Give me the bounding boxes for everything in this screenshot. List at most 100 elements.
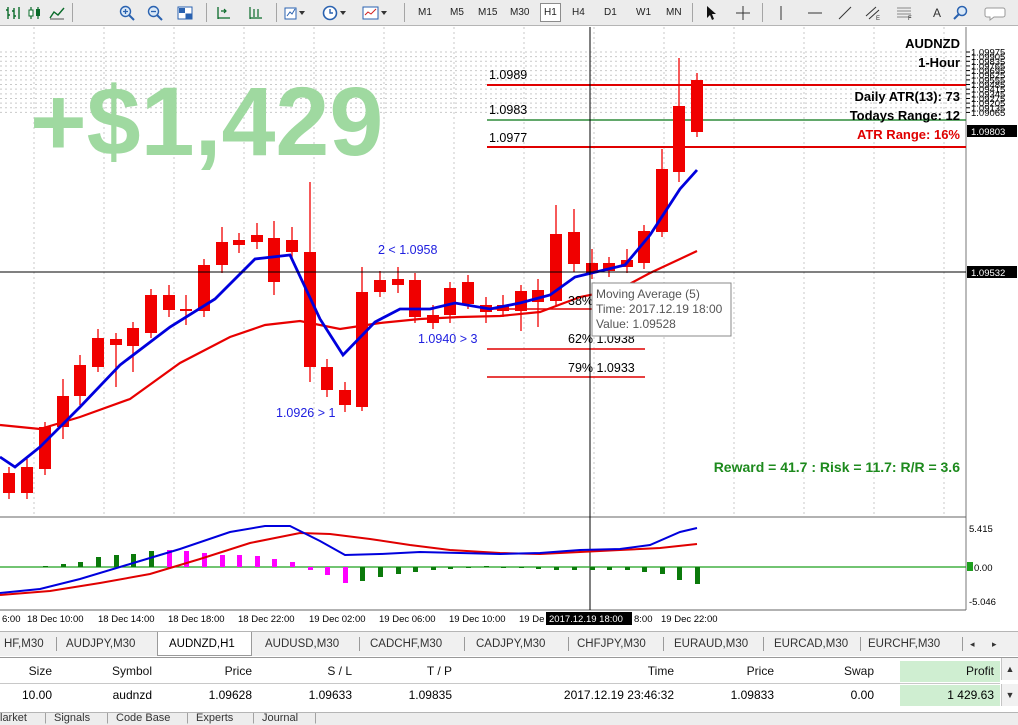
histogram-bar <box>61 564 66 567</box>
tooltip-value: Value: 1.09528 <box>596 317 676 331</box>
chart-tab[interactable]: CADJPY,M30 <box>472 632 567 656</box>
histogram-bar <box>325 567 330 575</box>
candle-body <box>251 235 263 242</box>
histogram-bar <box>131 554 136 567</box>
chart-shift-icon[interactable] <box>214 3 232 22</box>
timeframe-m1[interactable]: M1 <box>414 3 436 22</box>
histogram-bar <box>695 567 700 584</box>
autoscroll-icon[interactable] <box>246 3 264 22</box>
candle-body <box>691 80 703 132</box>
vertical-line-icon[interactable] <box>772 3 790 22</box>
col-sl-header[interactable]: S / L <box>258 661 358 682</box>
candle-body <box>339 390 351 405</box>
fib-label-79: 79% 1.0933 <box>568 361 635 375</box>
fibonacci-icon[interactable]: F <box>896 3 914 22</box>
candlestick-icon[interactable] <box>26 3 44 22</box>
atr-range-label: ATR Range: 16% <box>857 127 960 142</box>
chat-bubble-icon[interactable] <box>984 3 1008 22</box>
col-size-header[interactable]: Size <box>0 661 58 682</box>
price-axis-label: 1.09065 <box>971 108 1005 119</box>
col-price-header[interactable]: Price <box>158 661 258 682</box>
timeframe-mn[interactable]: MN <box>662 3 686 22</box>
time-axis-label: 19 Dec 06:00 <box>379 614 436 625</box>
chart-tab[interactable]: HF,M30 <box>0 632 56 656</box>
zoom-out-icon[interactable] <box>146 3 164 22</box>
indicator-axis-bottom: -5.046 <box>969 597 996 608</box>
chart-tab[interactable]: AUDJPY,M30 <box>62 632 157 656</box>
tab-scroll-right-icon[interactable]: ▸ <box>988 632 1008 656</box>
timeframe-m30[interactable]: M30 <box>506 3 533 22</box>
terminal-tab-journal[interactable]: Journal <box>262 713 298 724</box>
col-tp-header[interactable]: T / P <box>358 661 458 682</box>
chart-canvas[interactable]: +$1,429 AUDNZD 1-Hour Daily ATR(13): 73 … <box>0 27 1018 627</box>
trade-take-profit: 1.09835 <box>408 688 452 702</box>
candle-body <box>180 309 192 311</box>
timeframe-w1[interactable]: W1 <box>632 3 655 22</box>
chart-tab[interactable]: AUDUSD,M30 <box>261 632 356 656</box>
line-chart-icon[interactable] <box>48 3 66 22</box>
horizontal-line-icon[interactable] <box>806 3 824 22</box>
price-axis: 1.099751.099051.098351.097651.096951.096… <box>966 48 1005 119</box>
histogram-bar <box>501 567 506 568</box>
col-profit-header[interactable]: Profit <box>900 661 1000 682</box>
chart-tab[interactable]: CHFJPY,M30 <box>573 632 668 656</box>
tile-windows-icon[interactable] <box>176 3 194 22</box>
histogram-bar <box>431 567 436 570</box>
trendline-icon[interactable] <box>836 3 854 22</box>
col-symbol-header[interactable]: Symbol <box>58 661 158 682</box>
periods-clock-icon[interactable] <box>322 3 348 22</box>
time-axis-label: 8:00 <box>634 614 653 625</box>
histogram-bar <box>519 567 524 568</box>
histogram-bar <box>572 567 577 570</box>
candle-body <box>268 238 280 282</box>
chart-tab-active[interactable]: AUDNZD,H1 <box>157 632 252 656</box>
time-axis-label: 18 Dec 10:00 <box>27 614 84 625</box>
level-label-low: 1.0977 <box>489 131 527 145</box>
terminal-tab-experts[interactable]: Experts <box>196 713 233 724</box>
col-time-header[interactable]: Time <box>458 661 680 682</box>
timeframe-m15[interactable]: M15 <box>474 3 501 22</box>
bar-chart-icon[interactable] <box>4 3 22 22</box>
candle-body <box>92 338 104 367</box>
scroll-down-icon[interactable]: ▼ <box>1001 684 1018 706</box>
terminal-tab-signals[interactable]: Signals <box>54 713 90 724</box>
trade-panel: Size Symbol Price S / L T / P Time Price… <box>0 657 1018 713</box>
indicators-icon[interactable] <box>284 3 308 22</box>
chart-tab[interactable]: CADCHF,M30 <box>366 632 461 656</box>
text-tool-button[interactable]: A <box>928 3 946 22</box>
histogram-bar <box>554 567 559 570</box>
col-swap-header[interactable]: Swap <box>780 661 880 682</box>
chart-tab[interactable]: EURAUD,M30 <box>670 632 765 656</box>
scroll-up-icon[interactable]: ▲ <box>1001 658 1018 680</box>
trade-symbol: audnzd <box>112 688 152 702</box>
time-axis-edge-label: 6:00 <box>2 614 21 625</box>
col-price2-header[interactable]: Price <box>680 661 780 682</box>
cursor-arrow-icon[interactable] <box>702 3 720 22</box>
timeframe-m5[interactable]: M5 <box>446 3 468 22</box>
trade-swap: 0.00 <box>850 688 874 702</box>
timeframe-h4[interactable]: H4 <box>568 3 589 22</box>
histogram-bar <box>360 567 365 581</box>
price-chart[interactable]: +$1,429 AUDNZD 1-Hour Daily ATR(13): 73 … <box>0 27 1018 627</box>
tab-scroll-left-icon[interactable]: ◂ <box>966 632 986 656</box>
candle-body <box>321 367 333 390</box>
terminal-tab-market[interactable]: larket <box>0 713 27 724</box>
histogram-bar <box>466 567 471 568</box>
trade-time: 2017.12.19 23:46:32 <box>563 688 674 702</box>
crosshair-icon[interactable] <box>734 3 752 22</box>
search-icon[interactable] <box>952 3 970 22</box>
histogram-bar <box>272 559 277 567</box>
timeframe-d1[interactable]: D1 <box>600 3 621 22</box>
templates-icon[interactable] <box>362 3 388 22</box>
histogram-bar <box>237 555 242 567</box>
histogram-bar <box>202 553 207 567</box>
candle-body <box>568 232 580 264</box>
terminal-tabs-bar: larket | Signals | Code Base | Experts |… <box>0 712 1018 725</box>
chart-tab[interactable]: EURCHF,M30 <box>864 632 959 656</box>
terminal-tab-codebase[interactable]: Code Base <box>116 713 170 724</box>
timeframe-h1[interactable]: H1 <box>540 3 561 22</box>
trade-stop-loss: 1.09633 <box>308 688 352 702</box>
equidistant-channel-icon[interactable]: E <box>864 3 882 22</box>
chart-tab[interactable]: EURCAD,M30 <box>770 632 865 656</box>
zoom-in-icon[interactable] <box>118 3 136 22</box>
